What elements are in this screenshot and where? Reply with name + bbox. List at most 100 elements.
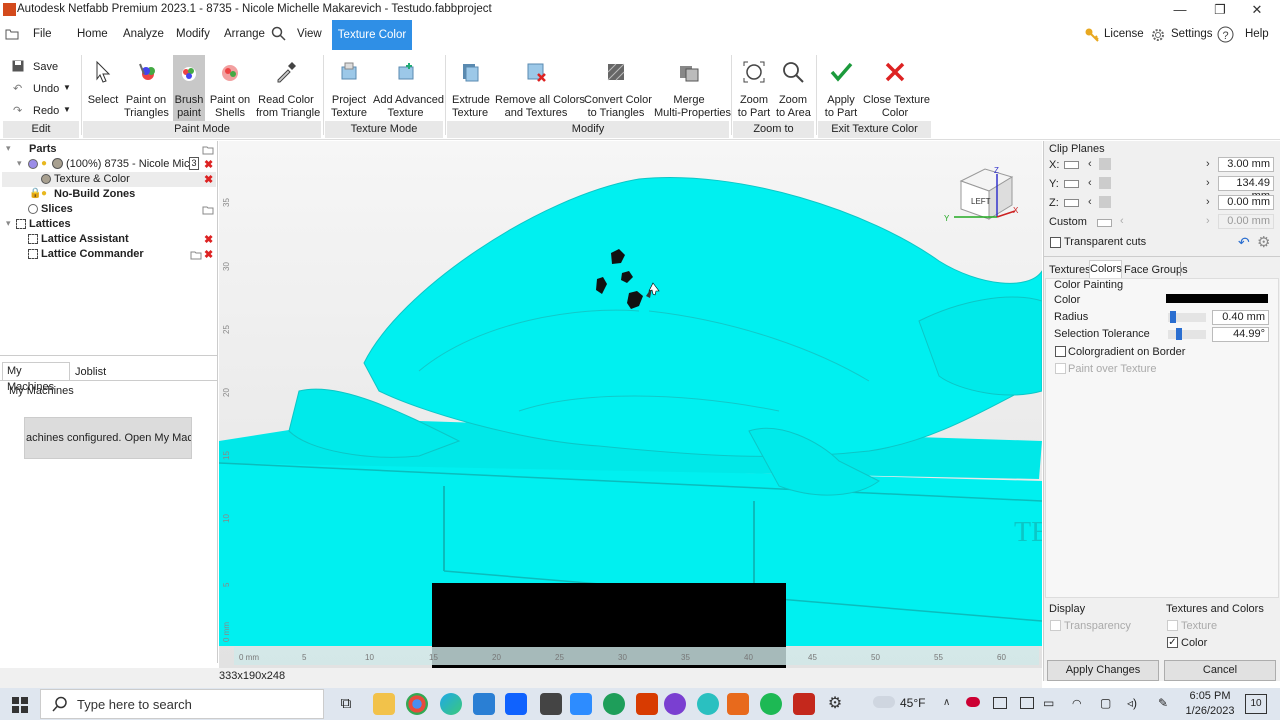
part-color-icon[interactable] <box>28 159 38 169</box>
transparency-checkbox[interactable] <box>1050 620 1061 631</box>
battery-icon[interactable]: ▭ <box>1043 696 1054 710</box>
merge-multi-properties-button[interactable]: Merge Multi-Properties <box>654 60 731 120</box>
clip-custom-left-arrow[interactable]: ‹ <box>1120 215 1124 227</box>
paint-on-shells-button[interactable]: Paint on Shells <box>209 60 251 120</box>
add-advanced-texture-button[interactable]: Add Advanced Texture <box>373 60 444 120</box>
network-icon[interactable]: ▢ <box>1100 696 1111 710</box>
zoom-to-part-button[interactable]: Zoom to Part <box>737 60 771 120</box>
menu-license[interactable]: License <box>1104 28 1144 40</box>
clip-z-slider[interactable] <box>1099 196 1111 208</box>
weather-temp[interactable]: 45°F <box>900 696 925 710</box>
open-my-machines-button[interactable]: achines configured. Open My Machines <box>24 417 192 459</box>
tree-lattices[interactable]: Lattices <box>29 218 71 230</box>
clip-y-slider[interactable] <box>1099 177 1111 189</box>
file-explorer-icon[interactable] <box>373 693 395 715</box>
clip-x-toggle[interactable] <box>1064 161 1079 169</box>
texture-checkbox[interactable] <box>1167 620 1178 631</box>
menu-modify[interactable]: Modify <box>176 28 210 40</box>
clip-z-value[interactable]: 0.00 mm <box>1218 195 1274 210</box>
store-icon[interactable] <box>540 693 562 715</box>
menu-help[interactable]: Help <box>1245 28 1269 40</box>
taskbar-time[interactable]: 6:05 PM <box>1189 690 1231 702</box>
menu-arrange[interactable]: Arrange <box>224 28 265 40</box>
pen-icon[interactable]: ✎ <box>1158 696 1168 710</box>
brush-paint-button[interactable]: Brush paint <box>173 55 205 121</box>
clip-x-slider[interactable] <box>1099 158 1111 170</box>
menu-home[interactable]: Home <box>77 28 108 40</box>
lattices-collapse-icon[interactable]: ▾ <box>6 218 11 229</box>
3d-viewport[interactable]: TE 35 30 25 20 15 10 5 0 mm 0 mm 5 10 15… <box>219 141 1042 668</box>
office-icon[interactable] <box>636 693 658 715</box>
tab-joblist[interactable]: Joblist <box>75 366 106 378</box>
remove-all-colors-button[interactable]: Remove all Colors and Textures <box>495 60 585 120</box>
gear-icon[interactable]: ⚙ <box>1257 233 1270 251</box>
task-view-icon[interactable]: ⧉ <box>335 693 357 715</box>
app-icon-2[interactable] <box>697 693 719 715</box>
tree-parts[interactable]: Parts <box>29 143 57 155</box>
select-button[interactable]: Select <box>87 60 119 107</box>
cancel-button[interactable]: Cancel <box>1164 660 1276 681</box>
delete-lattice-assistant-icon[interactable]: ✖ <box>204 235 214 246</box>
paint-on-triangles-button[interactable]: Paint on Triangles <box>124 60 169 120</box>
delete-texture-icon[interactable]: ✖ <box>204 175 214 186</box>
project-texture-button[interactable]: Project Texture <box>330 60 368 120</box>
extrude-texture-button[interactable]: Extrude Texture <box>452 60 490 120</box>
tree-lattice-assistant[interactable]: Lattice Assistant <box>41 233 129 245</box>
solidworks-icon[interactable] <box>793 693 815 715</box>
tree-part-item[interactable]: (100%) 8735 - Nicole Michelle M <box>66 158 192 170</box>
close-texture-color-button[interactable]: Close Texture Color <box>863 60 930 120</box>
paint-over-checkbox[interactable] <box>1055 363 1066 374</box>
color-swatch[interactable] <box>1166 294 1268 303</box>
github-icon[interactable] <box>664 693 686 715</box>
tray-app-icon-2[interactable] <box>993 697 1007 709</box>
chrome-icon[interactable] <box>406 693 428 715</box>
clip-y-left-arrow[interactable]: ‹ <box>1088 177 1092 189</box>
tab-colors[interactable]: Colors <box>1089 260 1122 278</box>
tray-app-icon-3[interactable] <box>1020 697 1034 709</box>
clip-z-left-arrow[interactable]: ‹ <box>1088 196 1092 208</box>
tree-no-build[interactable]: No-Build Zones <box>54 188 135 200</box>
folder-icon[interactable] <box>202 205 214 215</box>
tray-chevron-icon[interactable]: ∧ <box>943 697 950 708</box>
dropbox-icon[interactable] <box>505 693 527 715</box>
undo-dropdown-icon[interactable]: ▼ <box>63 83 71 92</box>
windows-start-icon[interactable] <box>12 697 28 713</box>
clip-x-left-arrow[interactable]: ‹ <box>1088 158 1092 170</box>
folder-icon[interactable] <box>190 250 202 260</box>
tab-texture-color[interactable]: Texture Color <box>332 20 412 50</box>
tray-app-icon[interactable] <box>966 697 980 707</box>
close-window-button[interactable]: ✕ <box>1234 0 1280 20</box>
transparent-cuts-checkbox[interactable] <box>1050 237 1061 248</box>
folder-icon[interactable] <box>202 145 214 155</box>
menu-settings[interactable]: Settings <box>1171 28 1213 40</box>
clip-custom-right-arrow[interactable]: › <box>1206 215 1210 227</box>
app-icon[interactable] <box>603 693 625 715</box>
read-color-button[interactable]: Read Color from Triangle <box>256 60 320 120</box>
clip-y-right-arrow[interactable]: › <box>1206 177 1210 189</box>
tab-textures[interactable]: Textures <box>1049 264 1091 276</box>
clip-custom-toggle[interactable] <box>1097 219 1112 227</box>
apply-changes-button[interactable]: Apply Changes <box>1047 660 1159 681</box>
clip-y-value[interactable]: 134.49 mm <box>1218 176 1274 202</box>
tree-lattice-commander[interactable]: Lattice Commander <box>41 248 144 260</box>
menu-analyze[interactable]: Analyze <box>123 28 164 40</box>
convert-color-button[interactable]: Convert Color to Triangles <box>584 60 652 120</box>
netfabb-icon[interactable] <box>727 693 749 715</box>
settings-gear-icon[interactable]: ⚙ <box>824 693 846 715</box>
clip-x-value[interactable]: 3.00 mm <box>1218 157 1274 172</box>
tree-texture-color[interactable]: Texture & Color <box>54 173 130 185</box>
taskbar-date[interactable]: 1/26/2023 <box>1183 705 1237 717</box>
save-button[interactable]: Save <box>33 61 58 73</box>
volume-icon[interactable]: ◃) <box>1127 696 1137 710</box>
color-checkbox[interactable]: ✓ <box>1167 637 1178 648</box>
reset-icon[interactable]: ↶ <box>1238 234 1250 251</box>
spotify-icon[interactable] <box>760 693 782 715</box>
tree-slices[interactable]: Slices <box>41 203 73 215</box>
bulb-icon[interactable]: ● <box>41 158 47 169</box>
mail-icon[interactable] <box>473 693 495 715</box>
undo-button[interactable]: Undo <box>33 83 59 95</box>
redo-dropdown-icon[interactable]: ▼ <box>63 105 71 114</box>
wifi-icon[interactable]: ◠ <box>1072 697 1082 710</box>
clip-custom-value[interactable]: 0.00 mm <box>1218 214 1274 229</box>
notification-badge[interactable]: 10 <box>1245 694 1267 714</box>
